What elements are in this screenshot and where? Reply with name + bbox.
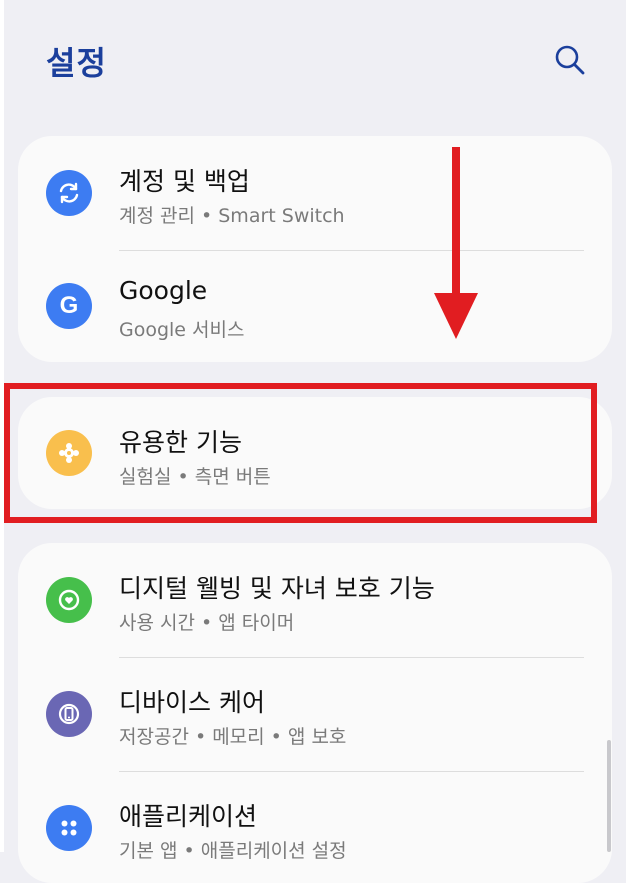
- settings-item-google[interactable]: G Google Google 서비스: [18, 250, 612, 362]
- google-g-icon: G: [46, 283, 92, 329]
- down-arrow-annotation: [434, 147, 478, 339]
- item-title: 디지털 웰빙 및 자녀 보호 기능: [119, 574, 435, 603]
- item-subtitle: 계정 관리 • Smart Switch: [119, 205, 345, 227]
- item-subtitle: 기본 앱 • 애플리케이션 설정: [119, 840, 347, 862]
- settings-card-accounts: 계정 및 백업 계정 관리 • Smart Switch G Google Go…: [18, 136, 612, 362]
- highlight-box: [4, 383, 597, 523]
- item-subtitle: 사용 시간 • 앱 타이머: [119, 612, 295, 634]
- sync-icon: [46, 170, 92, 216]
- scrollbar[interactable]: [607, 740, 611, 852]
- settings-item-digital-wellbeing[interactable]: 디지털 웰빙 및 자녀 보호 기능 사용 시간 • 앱 타이머: [18, 543, 612, 657]
- apps-icon: [46, 805, 92, 851]
- item-subtitle: Google 서비스: [119, 319, 245, 341]
- item-title: 애플리케이션: [119, 802, 258, 831]
- search-button[interactable]: [552, 42, 588, 78]
- search-icon: [555, 45, 585, 75]
- item-title: 계정 및 백업: [119, 167, 250, 196]
- settings-item-apps[interactable]: 애플리케이션 기본 앱 • 애플리케이션 설정: [18, 771, 612, 883]
- item-title: Google: [119, 276, 208, 305]
- settings-item-accounts-backup[interactable]: 계정 및 백업 계정 관리 • Smart Switch: [18, 136, 612, 250]
- settings-card-device: 디지털 웰빙 및 자녀 보호 기능 사용 시간 • 앱 타이머 디바이스 케어 …: [18, 543, 612, 883]
- item-subtitle: 저장공간 • 메모리 • 앱 보호: [119, 726, 347, 748]
- settings-item-device-care[interactable]: 디바이스 케어 저장공간 • 메모리 • 앱 보호: [18, 657, 612, 771]
- item-title: 디바이스 케어: [119, 688, 265, 717]
- page-title: 설정: [46, 44, 107, 82]
- wellbeing-icon: [46, 577, 92, 623]
- device-care-icon: [46, 691, 92, 737]
